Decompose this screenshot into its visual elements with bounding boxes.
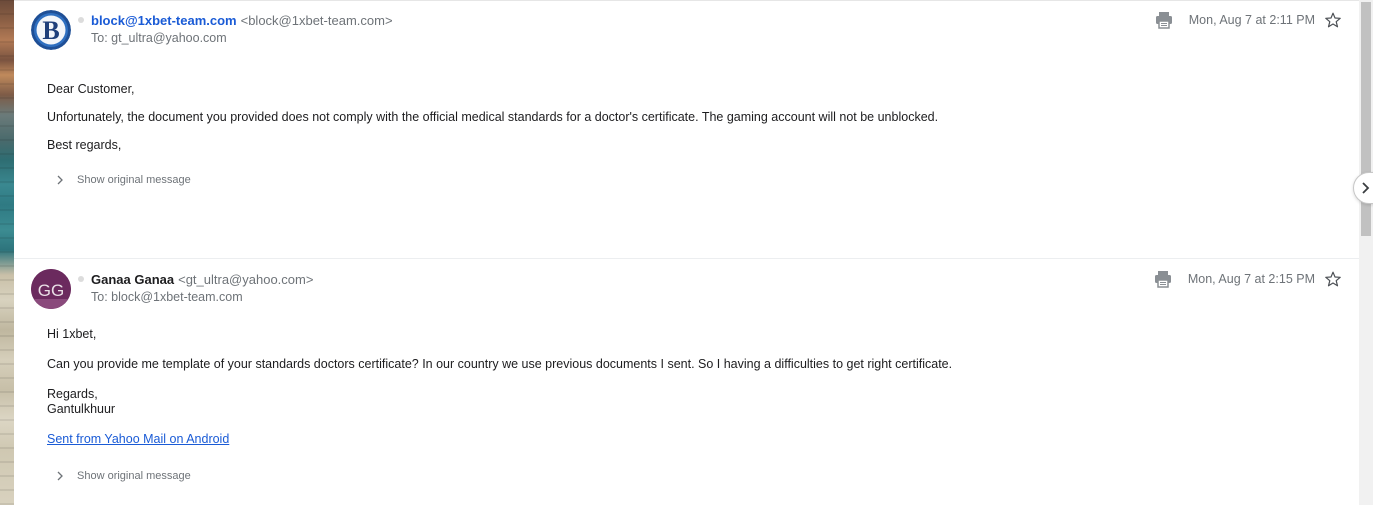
sender-name[interactable]: block@1xbet-team.com <box>91 13 237 28</box>
unread-dot <box>78 17 84 23</box>
show-original-label: Show original message <box>77 174 191 186</box>
body-paragraph: Can you provide me template of your stan… <box>47 357 953 371</box>
printer-icon[interactable] <box>1155 11 1173 29</box>
avatar[interactable]: GG <box>31 269 71 309</box>
body-paragraph: Unfortunately, the document you provided… <box>47 110 939 124</box>
message-date: Mon, Aug 7 at 2:15 PM <box>1187 272 1315 286</box>
unread-dot <box>78 276 84 282</box>
printer-icon[interactable] <box>1154 270 1172 288</box>
message-tools: Mon, Aug 7 at 2:11 PM <box>1155 11 1341 29</box>
body-closing: Best regards, <box>47 138 122 152</box>
email-message: GG Ganaa Ganaa <gt_ultra@yahoo.com> To: b… <box>14 259 1359 505</box>
avatar-initials: GG <box>31 269 71 309</box>
recipient-line: To: block@1xbet-team.com <box>91 290 243 304</box>
sender-email: <gt_ultra@yahoo.com> <box>178 272 314 287</box>
avatar[interactable]: B <box>31 10 71 50</box>
body-signature: Gantulkhuur <box>47 402 116 416</box>
body-greeting: Dear Customer, <box>47 82 135 96</box>
star-outline-icon[interactable] <box>1325 12 1341 28</box>
star-outline-icon[interactable] <box>1325 271 1341 287</box>
show-original-toggle[interactable]: Show original message <box>56 174 191 186</box>
avatar-b-logo: B <box>31 10 71 50</box>
message-tools: Mon, Aug 7 at 2:15 PM <box>1154 270 1341 288</box>
show-original-label: Show original message <box>77 470 191 482</box>
sender-email: <block@1xbet-team.com> <box>240 13 393 28</box>
scrollbar[interactable] <box>1359 0 1373 505</box>
next-arrow-icon <box>1362 182 1370 194</box>
chevron-right-icon <box>57 175 63 185</box>
background-wallpaper <box>0 0 14 505</box>
body-closing: Regards, <box>47 387 98 401</box>
message-date: Mon, Aug 7 at 2:11 PM <box>1188 13 1315 27</box>
recipient-line: To: gt_ultra@yahoo.com <box>91 31 227 45</box>
show-original-toggle[interactable]: Show original message <box>56 470 191 482</box>
avatar-initials-text: GG <box>38 281 64 300</box>
email-message: B block@1xbet-team.com <block@1xbet-team.… <box>14 0 1359 259</box>
body-greeting: Hi 1xbet, <box>47 327 97 341</box>
sender-line: Ganaa Ganaa <gt_ultra@yahoo.com> <box>91 272 313 287</box>
sender-name[interactable]: Ganaa Ganaa <box>91 272 174 287</box>
yahoo-mail-link[interactable]: Sent from Yahoo Mail on Android <box>47 432 229 446</box>
divider <box>14 0 1359 1</box>
chevron-right-icon <box>57 471 63 481</box>
sender-line: block@1xbet-team.com <block@1xbet-team.co… <box>91 13 393 28</box>
avatar-letter: B <box>42 16 59 45</box>
